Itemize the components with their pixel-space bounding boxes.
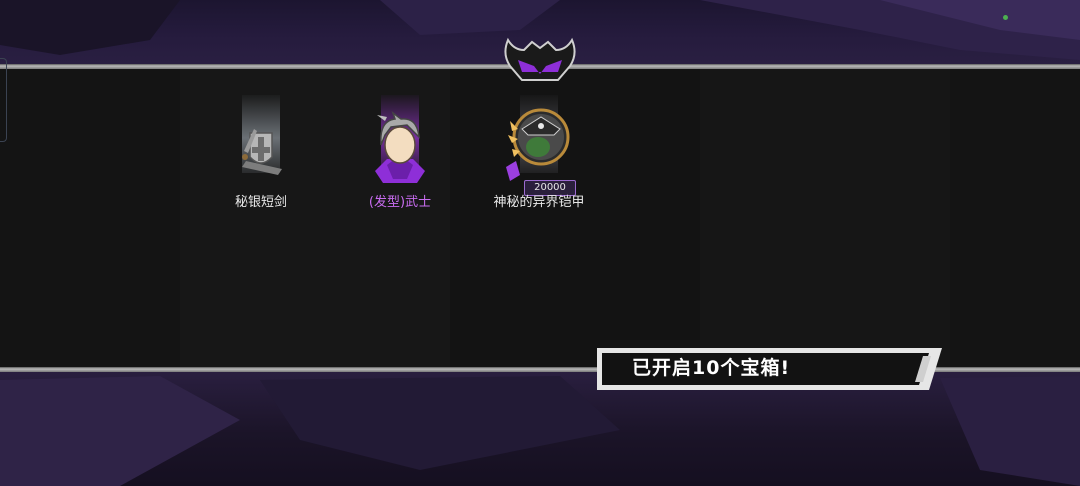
price-badge: 20000 [524,180,576,196]
reward-name: (发型)武士 [368,195,432,210]
side-tab[interactable] [0,58,7,142]
samurai-hair-icon [375,110,425,183]
status-dot [1003,15,1008,20]
reward-name: 神秘的异界铠甲 [493,195,585,210]
chest-opened-message: 已开启10个宝箱! [632,357,791,379]
demon-crest-icon [504,37,576,81]
sword-shield-icon [242,129,282,175]
reward-name: 秘银短剑 [234,195,287,210]
